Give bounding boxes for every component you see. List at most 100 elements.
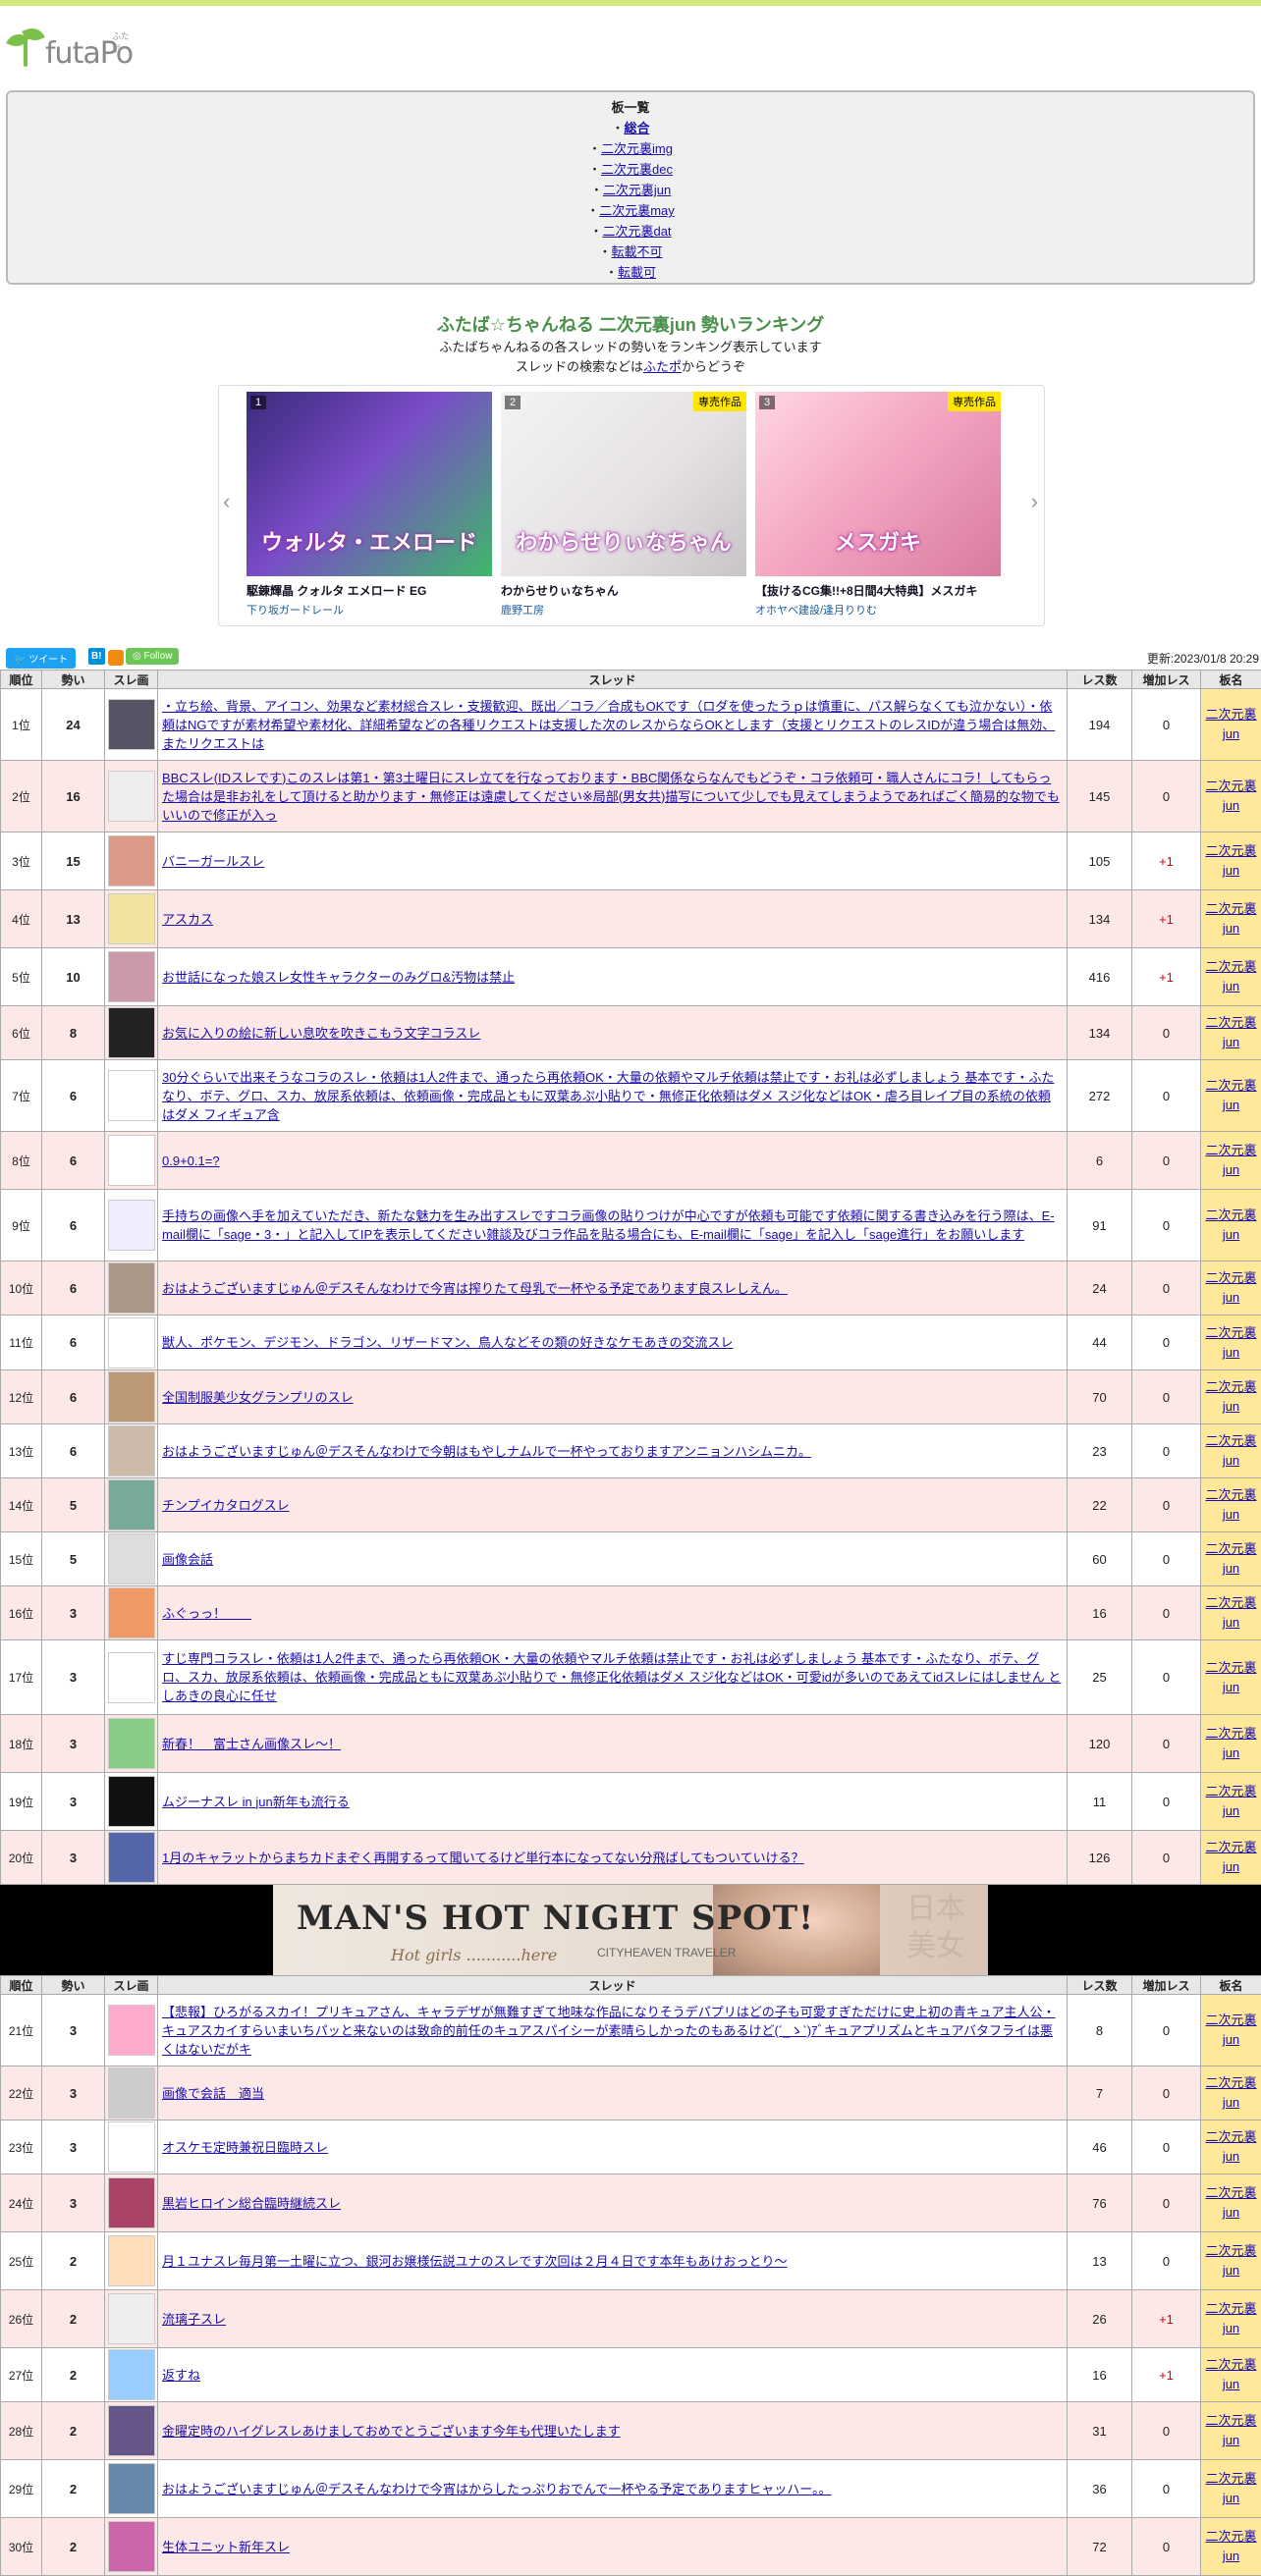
- thread-link[interactable]: 全国制服美少女グランプリのスレ: [162, 1390, 354, 1405]
- board-link[interactable]: 二次元裏may: [599, 203, 675, 218]
- thread-thumbnail[interactable]: [108, 2405, 155, 2456]
- thread-link[interactable]: 生体ユニット新年スレ: [162, 2540, 290, 2554]
- board-name-link[interactable]: 二次元裏: [1205, 778, 1256, 793]
- board-name-link[interactable]: jun: [1223, 921, 1239, 936]
- thread-link[interactable]: おはようございますじゅん＠デスそんなわけで今宵はからしたっぷりおでんで一杯やる予…: [162, 2482, 832, 2496]
- board-name-link[interactable]: jun: [1223, 2377, 1239, 2391]
- promo-title[interactable]: わからせりぃなちゃん: [501, 582, 746, 599]
- board-name-link[interactable]: jun: [1223, 1098, 1239, 1112]
- board-name-link[interactable]: jun: [1223, 2549, 1239, 2563]
- board-name-link[interactable]: jun: [1223, 2032, 1239, 2047]
- thread-thumbnail[interactable]: [108, 2463, 155, 2514]
- carousel-prev-icon[interactable]: ‹: [223, 489, 230, 514]
- thread-thumbnail[interactable]: [108, 2177, 155, 2228]
- thread-thumbnail[interactable]: [108, 951, 155, 1002]
- thread-link[interactable]: 黒岩ヒロイン総合臨時継続スレ: [162, 2196, 341, 2211]
- board-name-link[interactable]: jun: [1223, 1615, 1239, 1630]
- thread-thumbnail[interactable]: [108, 1070, 155, 1121]
- thread-thumbnail[interactable]: [108, 771, 155, 822]
- board-name-link[interactable]: jun: [1223, 1162, 1239, 1177]
- board-name-link[interactable]: 二次元裏: [1205, 843, 1256, 858]
- board-name-link[interactable]: jun: [1223, 2433, 1239, 2447]
- board-name-link[interactable]: jun: [1223, 2149, 1239, 2164]
- thread-link[interactable]: 0.9+0.1=?: [162, 1154, 220, 1168]
- promo-image[interactable]: 3専売作品メスガキ: [755, 392, 1001, 576]
- board-name-link[interactable]: 二次元裏: [1205, 1487, 1256, 1502]
- board-name-link[interactable]: 二次元裏: [1205, 707, 1256, 722]
- board-name-link[interactable]: jun: [1223, 1290, 1239, 1305]
- promo-card[interactable]: 2専売作品わからせりぃなちゃんわからせりぃなちゃん鹿野工房: [501, 392, 746, 617]
- promo-title[interactable]: 駆錬輝晶 クォルタ エメロード EG: [247, 582, 492, 599]
- board-name-link[interactable]: jun: [1223, 1507, 1239, 1522]
- site-logo[interactable]: futaPo ふたポ: [6, 26, 133, 69]
- board-name-link[interactable]: jun: [1223, 2263, 1239, 2278]
- thread-thumbnail[interactable]: [108, 1479, 155, 1530]
- thread-thumbnail[interactable]: [108, 1652, 155, 1703]
- thread-link[interactable]: 金曜定時のハイグレスレあけましておめでとうございます今年も代理いたします: [162, 2424, 621, 2439]
- thread-link[interactable]: すじ専門コラスレ・依頼は1人2件まで、通ったら再依頼OK・大量の依頼やマルチ依頼…: [162, 1651, 1061, 1703]
- thread-thumbnail[interactable]: [108, 893, 155, 944]
- thread-thumbnail[interactable]: [108, 835, 155, 886]
- board-name-link[interactable]: 二次元裏: [1205, 1078, 1256, 1093]
- board-name-link[interactable]: 二次元裏: [1205, 1726, 1256, 1741]
- thread-link[interactable]: 返すね: [162, 2368, 200, 2383]
- board-name-link[interactable]: 二次元裏: [1205, 1325, 1256, 1340]
- board-name-link[interactable]: jun: [1223, 1399, 1239, 1414]
- promo-circle[interactable]: オホヤベ建設/逢月りりむ: [755, 602, 1001, 617]
- board-name-link[interactable]: 二次元裏: [1205, 1015, 1256, 1030]
- thread-thumbnail[interactable]: [108, 2005, 155, 2056]
- thread-thumbnail[interactable]: [108, 1533, 155, 1584]
- board-link[interactable]: 二次元裏dat: [602, 224, 671, 239]
- thread-link[interactable]: BBCスレ(IDスレです)このスレは第1・第3土曜日にスレ立てを行なっております…: [162, 771, 1060, 823]
- thread-link[interactable]: ムジーナスレ in jun新年も流行る: [162, 1795, 350, 1809]
- board-name-link[interactable]: jun: [1223, 979, 1239, 993]
- board-name-link[interactable]: 二次元裏: [1205, 2129, 1256, 2144]
- promo-card[interactable]: 1ウォルタ・エメロード駆錬輝晶 クォルタ エメロード EG下り坂ガードレール: [247, 392, 492, 617]
- board-name-link[interactable]: jun: [1223, 2321, 1239, 2335]
- board-name-link[interactable]: 二次元裏: [1205, 2357, 1256, 2372]
- thread-link[interactable]: お世話になった娘スレ女性キャラクターのみグロ&汚物は禁止: [162, 970, 515, 985]
- board-name-link[interactable]: jun: [1223, 1453, 1239, 1468]
- board-link[interactable]: 総合: [625, 121, 650, 135]
- thread-link[interactable]: チンプイカタログスレ: [162, 1498, 290, 1513]
- board-name-link[interactable]: jun: [1223, 1745, 1239, 1760]
- board-link[interactable]: 二次元裏jun: [603, 183, 671, 197]
- carousel-next-icon[interactable]: ›: [1031, 489, 1038, 514]
- board-link[interactable]: 二次元裏dec: [601, 162, 673, 177]
- board-name-link[interactable]: jun: [1223, 2491, 1239, 2505]
- thread-link[interactable]: 画像会話: [162, 1552, 213, 1567]
- board-name-link[interactable]: 二次元裏: [1205, 1379, 1256, 1394]
- thread-link[interactable]: 流璃子スレ: [162, 2312, 226, 2327]
- board-name-link[interactable]: 二次元裏: [1205, 1541, 1256, 1556]
- board-name-link[interactable]: jun: [1223, 1803, 1239, 1818]
- board-name-link[interactable]: 二次元裏: [1205, 1595, 1256, 1610]
- board-name-link[interactable]: jun: [1223, 1680, 1239, 1694]
- board-link[interactable]: 転載不可: [612, 244, 663, 259]
- thread-thumbnail[interactable]: [108, 1587, 155, 1638]
- thread-link[interactable]: 1月のキャラットからまちカドまぞく再開するって聞いてるけど単行本になってない分飛…: [162, 1851, 804, 1865]
- thread-thumbnail[interactable]: [108, 699, 155, 750]
- board-name-link[interactable]: 二次元裏: [1205, 901, 1256, 916]
- board-name-link[interactable]: 二次元裏: [1205, 1660, 1256, 1675]
- board-name-link[interactable]: jun: [1223, 1035, 1239, 1049]
- thread-link[interactable]: オスケモ定時兼祝日臨時スレ: [162, 2140, 328, 2155]
- board-name-link[interactable]: 二次元裏: [1205, 2413, 1256, 2428]
- thread-link[interactable]: ふぐっっ！＿＿: [162, 1606, 251, 1621]
- thread-thumbnail[interactable]: [108, 1425, 155, 1476]
- thread-thumbnail[interactable]: [108, 2521, 155, 2572]
- board-name-link[interactable]: 二次元裏: [1205, 1270, 1256, 1285]
- thread-link[interactable]: おはようございますじゅん＠デスそんなわけで今朝はもやしナムルで一杯やっております…: [162, 1444, 811, 1459]
- board-name-link[interactable]: jun: [1223, 2205, 1239, 2220]
- board-name-link[interactable]: jun: [1223, 863, 1239, 878]
- board-name-link[interactable]: 二次元裏: [1205, 2185, 1256, 2200]
- board-link[interactable]: 二次元裏img: [601, 141, 673, 156]
- board-name-link[interactable]: 二次元裏: [1205, 2301, 1256, 2316]
- thread-link[interactable]: バニーガールスレ: [162, 854, 264, 869]
- thread-thumbnail[interactable]: [108, 1832, 155, 1883]
- thread-thumbnail[interactable]: [108, 2235, 155, 2286]
- ad-banner[interactable]: MAN'S HOT NIGHT SPOT! Hot girls ........…: [273, 1885, 988, 1975]
- thread-thumbnail[interactable]: [108, 1007, 155, 1058]
- thread-thumbnail[interactable]: [108, 1371, 155, 1422]
- thread-link[interactable]: 月１ユナスレ毎月第一土曜に立つ、銀河お嬢様伝説ユナのスレです次回は２月４日です本…: [162, 2254, 787, 2269]
- thread-link[interactable]: 30分ぐらいで出来そうなコラのスレ・依頼は1人2件まで、通ったら再依頼OK・大量…: [162, 1070, 1054, 1122]
